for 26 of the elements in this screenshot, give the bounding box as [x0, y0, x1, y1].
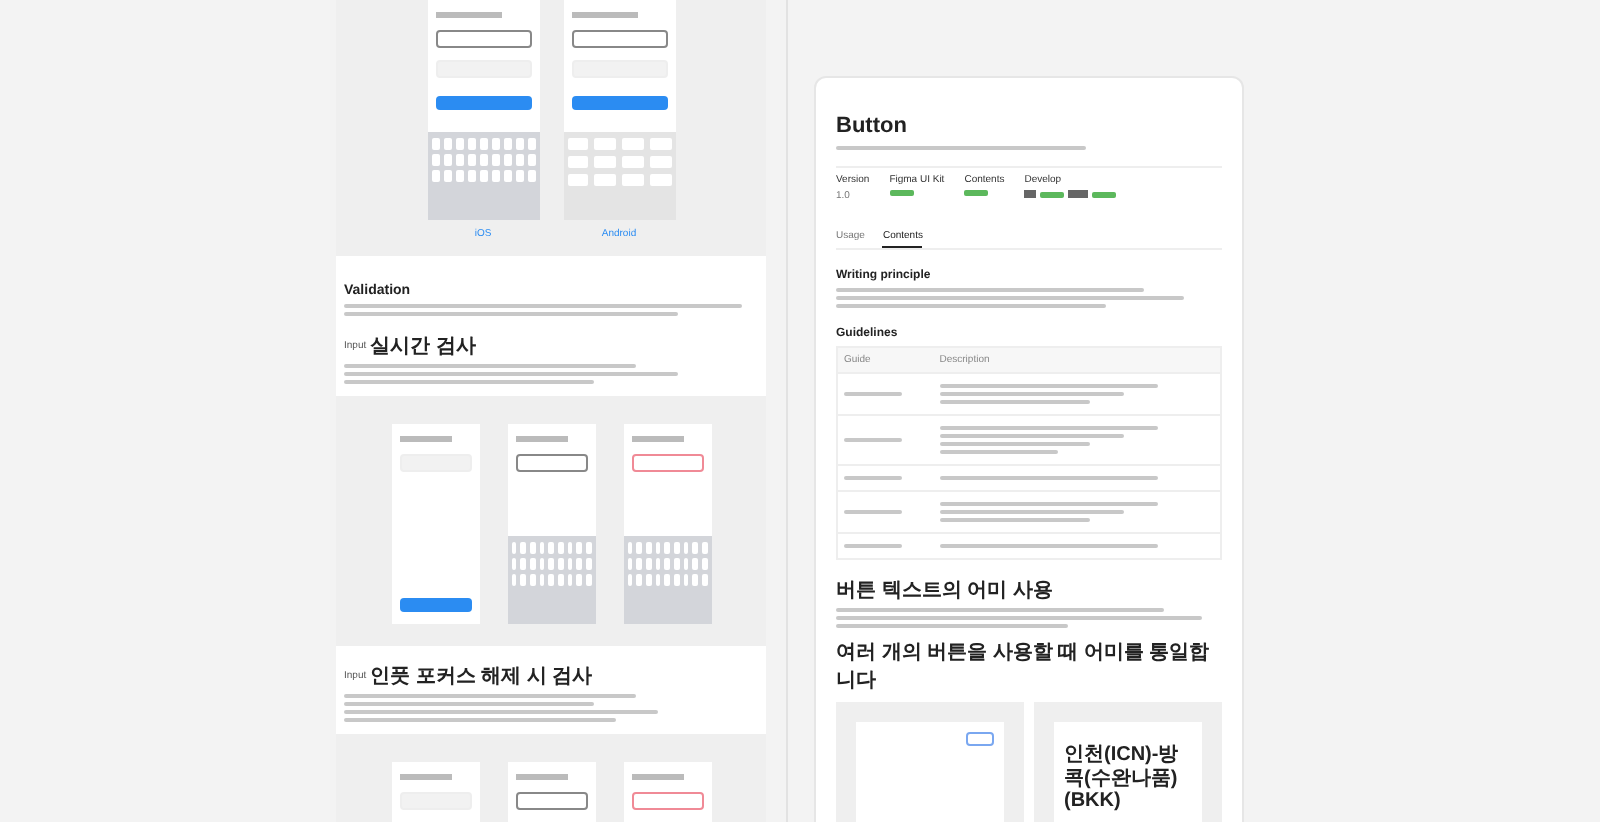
text-placeholder	[631, 774, 684, 780]
section-title: 버튼 텍스트의 어미 사용	[836, 578, 1055, 604]
input-field	[435, 30, 531, 48]
platform-tag	[1024, 190, 1037, 198]
text-placeholder	[435, 12, 503, 18]
input-field	[571, 30, 667, 48]
status-badge	[889, 190, 914, 196]
text-placeholder	[631, 436, 684, 442]
input-field	[515, 454, 587, 472]
text-placeholder	[571, 12, 639, 18]
subsection-title: 실시간 검사	[370, 334, 476, 360]
input-field	[631, 792, 703, 810]
text-placeholder	[515, 774, 568, 780]
text-placeholder	[399, 436, 452, 442]
platform-tag	[1068, 190, 1089, 198]
status-badge	[964, 190, 989, 196]
page-title: Button	[836, 114, 909, 138]
subsection-title: 여러 개의 버튼을 사용할 때 어미를 통일합니다	[836, 640, 1212, 694]
route-title: 인천(ICN)-방콕(수완나품) (BKK)	[1064, 744, 1181, 813]
text-placeholder	[515, 436, 568, 442]
input-field	[631, 454, 703, 472]
status-badge	[1040, 191, 1065, 197]
text-placeholder	[399, 774, 452, 780]
subsection-title: 인풋 포커스 해제 시 검사	[370, 664, 593, 690]
input-field	[515, 792, 587, 810]
status-badge	[1092, 191, 1117, 197]
